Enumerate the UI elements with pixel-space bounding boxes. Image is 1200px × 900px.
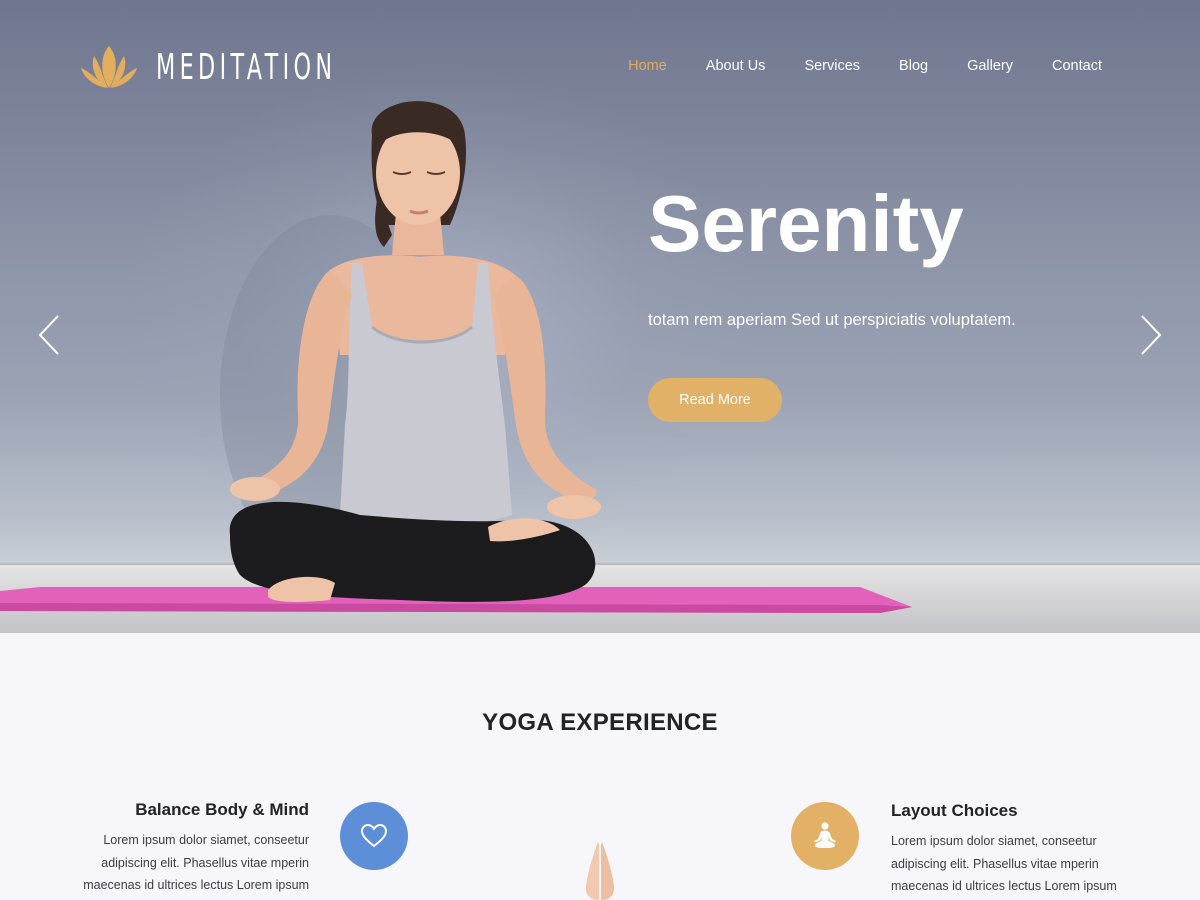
feature-description: Lorem ipsum dolor siamet, conseetur adip… (49, 829, 309, 897)
nav-item-gallery[interactable]: Gallery (967, 58, 1013, 74)
feature-title: Layout Choices (891, 801, 1018, 820)
hero-slider: MEDITATION Home About Us Services Blog G… (0, 0, 1200, 633)
feature-title: Balance Body & Mind (135, 800, 309, 819)
lotus-icon (81, 46, 137, 88)
read-more-button[interactable]: Read More (648, 378, 782, 422)
feature-layout-choices: Layout Choices Lorem ipsum dolor siamet,… (891, 801, 1151, 898)
nav-item-about-us[interactable]: About Us (706, 58, 766, 74)
nav-item-services[interactable]: Services (804, 58, 860, 74)
chevron-right-icon[interactable] (1139, 314, 1163, 356)
logo-text: MEDITATION (156, 46, 337, 88)
hero-subtitle: totam rem aperiam Sed ut perspiciatis vo… (648, 311, 1016, 329)
nav-item-blog[interactable]: Blog (899, 58, 928, 74)
heart-icon (361, 824, 387, 848)
feature-line: maecenas id ultrices lectus Lorem ipsum (891, 879, 1117, 893)
chevron-left-icon[interactable] (37, 314, 61, 356)
feature-description: Lorem ipsum dolor siamet, conseetur adip… (891, 830, 1151, 898)
feature-line: maecenas id ultrices lectus Lorem ipsum (83, 878, 309, 892)
feature-balance-body-mind: Balance Body & Mind Lorem ipsum dolor si… (49, 800, 309, 897)
feature-icon-circle (340, 802, 408, 870)
meditation-icon (814, 822, 836, 848)
nav-item-home[interactable]: Home (628, 58, 667, 74)
feature-line: adipiscing elit. Phasellus vitae mperin (891, 856, 1099, 871)
feature-line: Lorem ipsum dolor siamet, conseetur (103, 833, 309, 847)
feature-line: adipiscing elit. Phasellus vitae mperin (101, 855, 309, 870)
praying-hands-image (585, 842, 615, 900)
nav-item-contact[interactable]: Contact (1052, 58, 1102, 74)
site-logo[interactable]: MEDITATION (80, 44, 447, 90)
hero-image-meditating-woman (0, 101, 912, 613)
feature-line: Lorem ipsum dolor siamet, conseetur (891, 834, 1097, 848)
feature-icon-circle (791, 802, 859, 870)
section-title: YOGA EXPERIENCE (482, 709, 718, 736)
main-nav: Home About Us Services Blog Gallery Cont… (628, 58, 1102, 74)
hero-title: Serenity (648, 179, 964, 268)
